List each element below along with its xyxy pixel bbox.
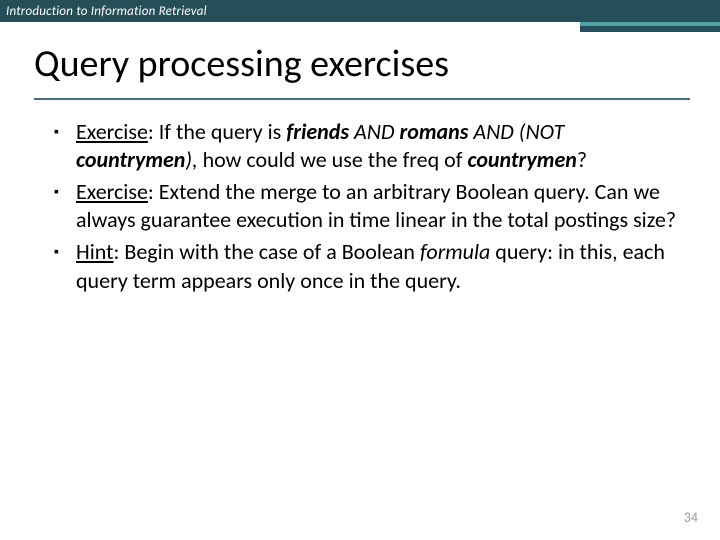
header-right-block bbox=[580, 0, 720, 32]
bullet-body: Extend the merge to an arbitrary Boolean… bbox=[76, 178, 676, 233]
page-number: 34 bbox=[684, 509, 698, 526]
title-area: Query processing exercises bbox=[0, 22, 720, 92]
list-item-text: Exercise: Extend the merge to an arbitra… bbox=[76, 178, 684, 234]
course-title: Introduction to Information Retrieval bbox=[0, 4, 207, 19]
list-item-text: Exercise: If the query is friends AND ro… bbox=[76, 118, 684, 174]
list-item-text: Hint: Begin with the case of a Boolean f… bbox=[76, 238, 684, 294]
content-area: ▪ Exercise: If the query is friends AND … bbox=[0, 100, 720, 295]
slide: Introduction to Information Retrieval Qu… bbox=[0, 0, 720, 540]
bullet-icon: ▪ bbox=[54, 118, 76, 174]
list-item: ▪ Exercise: If the query is friends AND … bbox=[54, 118, 684, 174]
bullet-lead: Hint bbox=[76, 238, 113, 265]
bullet-icon: ▪ bbox=[54, 178, 76, 234]
bullet-lead: Exercise bbox=[76, 178, 148, 205]
list-item: ▪ Exercise: Extend the merge to an arbit… bbox=[54, 178, 684, 234]
bullet-body: If the query is friends AND romans AND (… bbox=[76, 118, 587, 173]
list-item: ▪ Hint: Begin with the case of a Boolean… bbox=[54, 238, 684, 294]
bullet-body: Begin with the case of a Boolean formula… bbox=[76, 238, 665, 293]
bullet-lead: Exercise bbox=[76, 118, 148, 145]
bullet-icon: ▪ bbox=[54, 238, 76, 294]
page-title: Query processing exercises bbox=[34, 44, 690, 86]
header-accent-strip bbox=[580, 22, 720, 26]
